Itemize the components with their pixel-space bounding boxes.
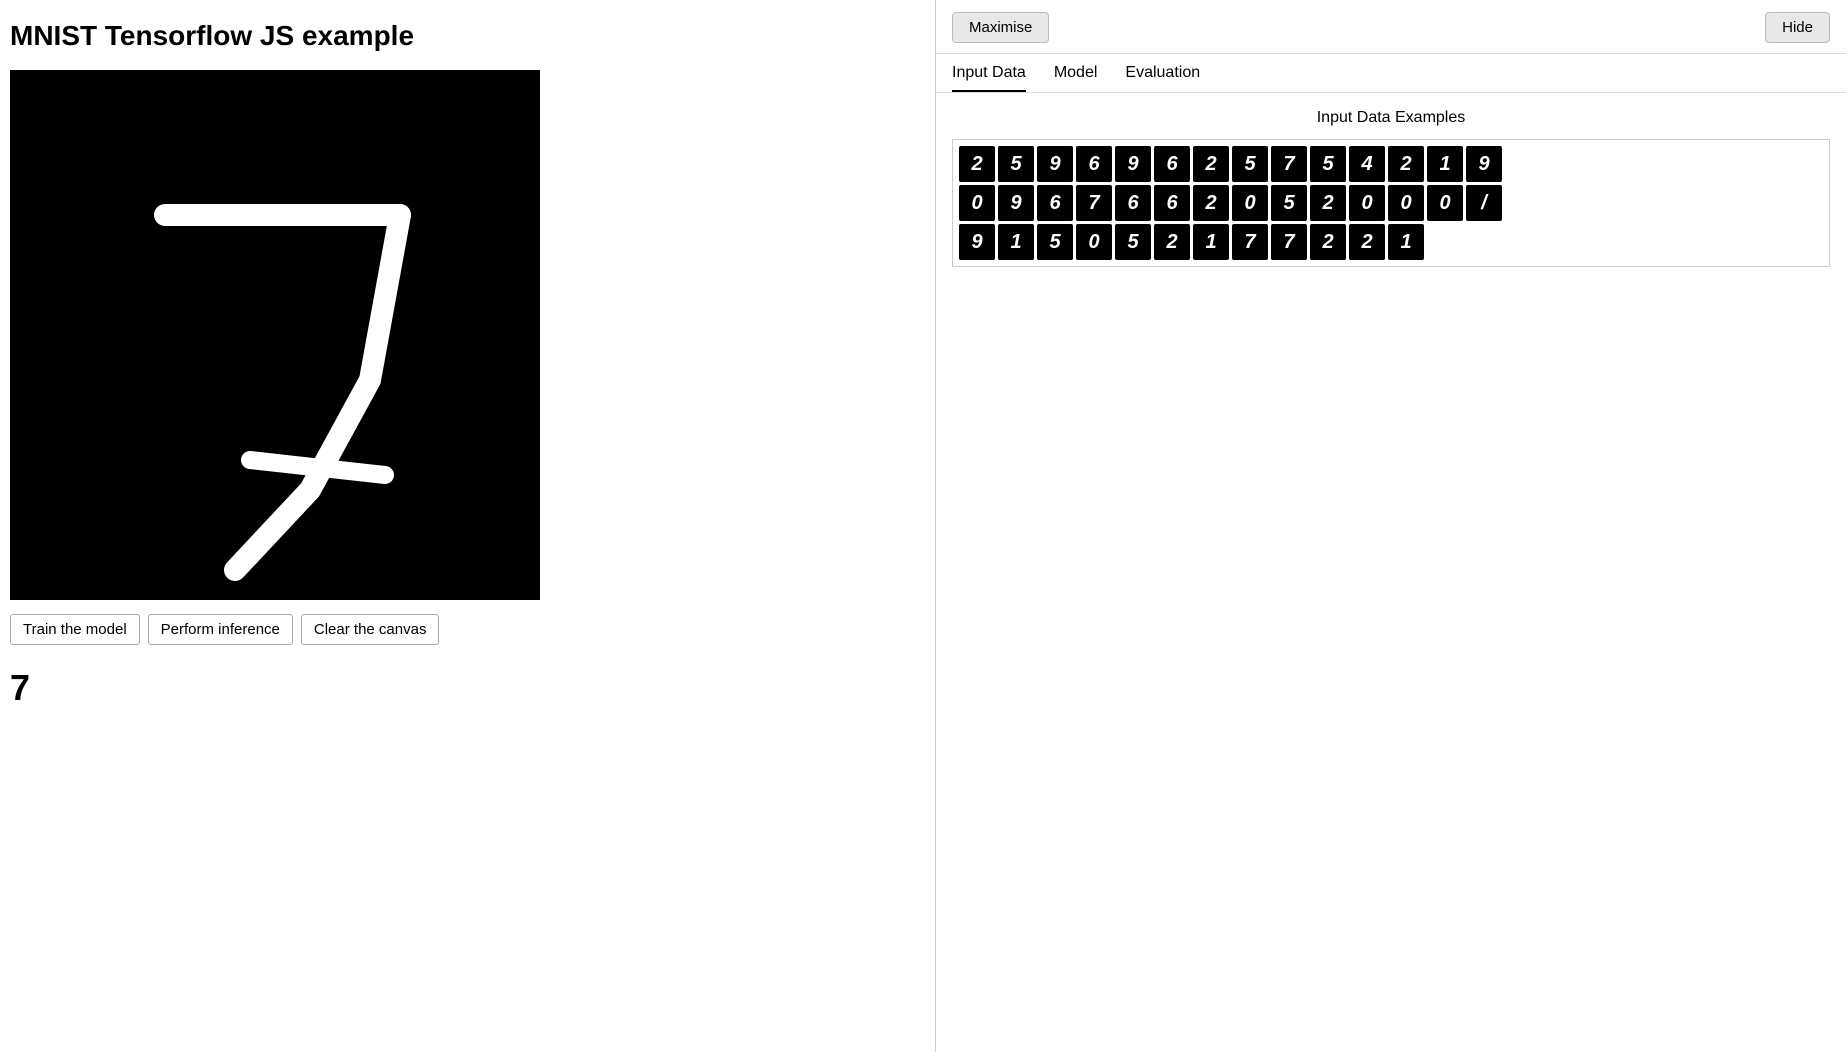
mnist-cell[interactable]: 9 [1037,146,1073,182]
mnist-cell[interactable]: 2 [1193,146,1229,182]
mnist-cell[interactable]: 6 [1037,185,1073,221]
mnist-cell[interactable]: 7 [1232,224,1268,260]
mnist-cell[interactable]: 6 [1154,146,1190,182]
tab-evaluation[interactable]: Evaluation [1125,64,1200,92]
mnist-cell[interactable]: 6 [1115,185,1151,221]
drawing-canvas[interactable] [10,70,540,600]
mnist-cell[interactable]: 0 [1232,185,1268,221]
mnist-cell[interactable]: 2 [1349,224,1385,260]
mnist-cell[interactable]: 1 [1427,146,1463,182]
app-title: MNIST Tensorflow JS example [10,20,925,52]
mnist-cell[interactable]: 4 [1349,146,1385,182]
mnist-cell[interactable]: 5 [1271,185,1307,221]
mnist-cell[interactable]: 7 [1076,185,1112,221]
mnist-cell[interactable]: 7 [1271,224,1307,260]
mnist-cell[interactable]: 5 [1037,224,1073,260]
mnist-examples-grid: 2 5 9 6 9 6 2 5 7 5 4 2 1 9 0 9 6 7 [952,139,1830,267]
left-panel: MNIST Tensorflow JS example Train the mo… [0,0,935,1052]
mnist-cell[interactable]: 2 [1154,224,1190,260]
inference-result: 7 [10,667,925,709]
mnist-cell[interactable]: 0 [959,185,995,221]
clear-button[interactable]: Clear the canvas [301,614,440,645]
mnist-cell[interactable]: 2 [959,146,995,182]
right-header: Maximise Hide [936,0,1846,54]
action-button-row: Train the model Perform inference Clear … [10,614,925,645]
mnist-cell[interactable]: 1 [1388,224,1424,260]
mnist-cell[interactable]: 5 [1310,146,1346,182]
mnist-row-0: 2 5 9 6 9 6 2 5 7 5 4 2 1 9 [959,146,1823,182]
mnist-cell[interactable]: 2 [1310,224,1346,260]
tab-model[interactable]: Model [1054,64,1098,92]
mnist-cell[interactable]: 9 [1115,146,1151,182]
mnist-cell[interactable]: / [1466,185,1502,221]
mnist-cell[interactable]: 0 [1076,224,1112,260]
mnist-cell[interactable]: 1 [998,224,1034,260]
mnist-cell[interactable]: 9 [1466,146,1502,182]
panel-content: Input Data Examples 2 5 9 6 9 6 2 5 7 5 … [936,93,1846,283]
mnist-cell[interactable]: 7 [1271,146,1307,182]
tab-input-data[interactable]: Input Data [952,64,1026,92]
mnist-cell[interactable]: 6 [1076,146,1112,182]
mnist-cell[interactable]: 1 [1193,224,1229,260]
right-panel: Maximise Hide Input Data Model Evaluatio… [935,0,1846,1052]
inference-button[interactable]: Perform inference [148,614,293,645]
mnist-cell[interactable]: 0 [1349,185,1385,221]
section-title: Input Data Examples [952,109,1830,127]
maximise-button[interactable]: Maximise [952,12,1049,43]
mnist-cell[interactable]: 5 [1115,224,1151,260]
mnist-cell[interactable]: 0 [1427,185,1463,221]
tab-bar: Input Data Model Evaluation [936,54,1846,93]
mnist-row-1: 0 9 6 7 6 6 2 0 5 2 0 0 0 / [959,185,1823,221]
mnist-cell[interactable]: 6 [1154,185,1190,221]
mnist-cell[interactable]: 9 [998,185,1034,221]
mnist-cell[interactable]: 5 [998,146,1034,182]
mnist-row-2: 9 1 5 0 5 2 1 7 7 2 2 1 [959,224,1823,260]
mnist-cell[interactable]: 2 [1310,185,1346,221]
mnist-cell[interactable]: 2 [1193,185,1229,221]
hide-button[interactable]: Hide [1765,12,1830,43]
mnist-cell[interactable]: 2 [1388,146,1424,182]
mnist-cell[interactable]: 0 [1388,185,1424,221]
mnist-cell[interactable]: 9 [959,224,995,260]
mnist-cell[interactable]: 5 [1232,146,1268,182]
train-button[interactable]: Train the model [10,614,140,645]
